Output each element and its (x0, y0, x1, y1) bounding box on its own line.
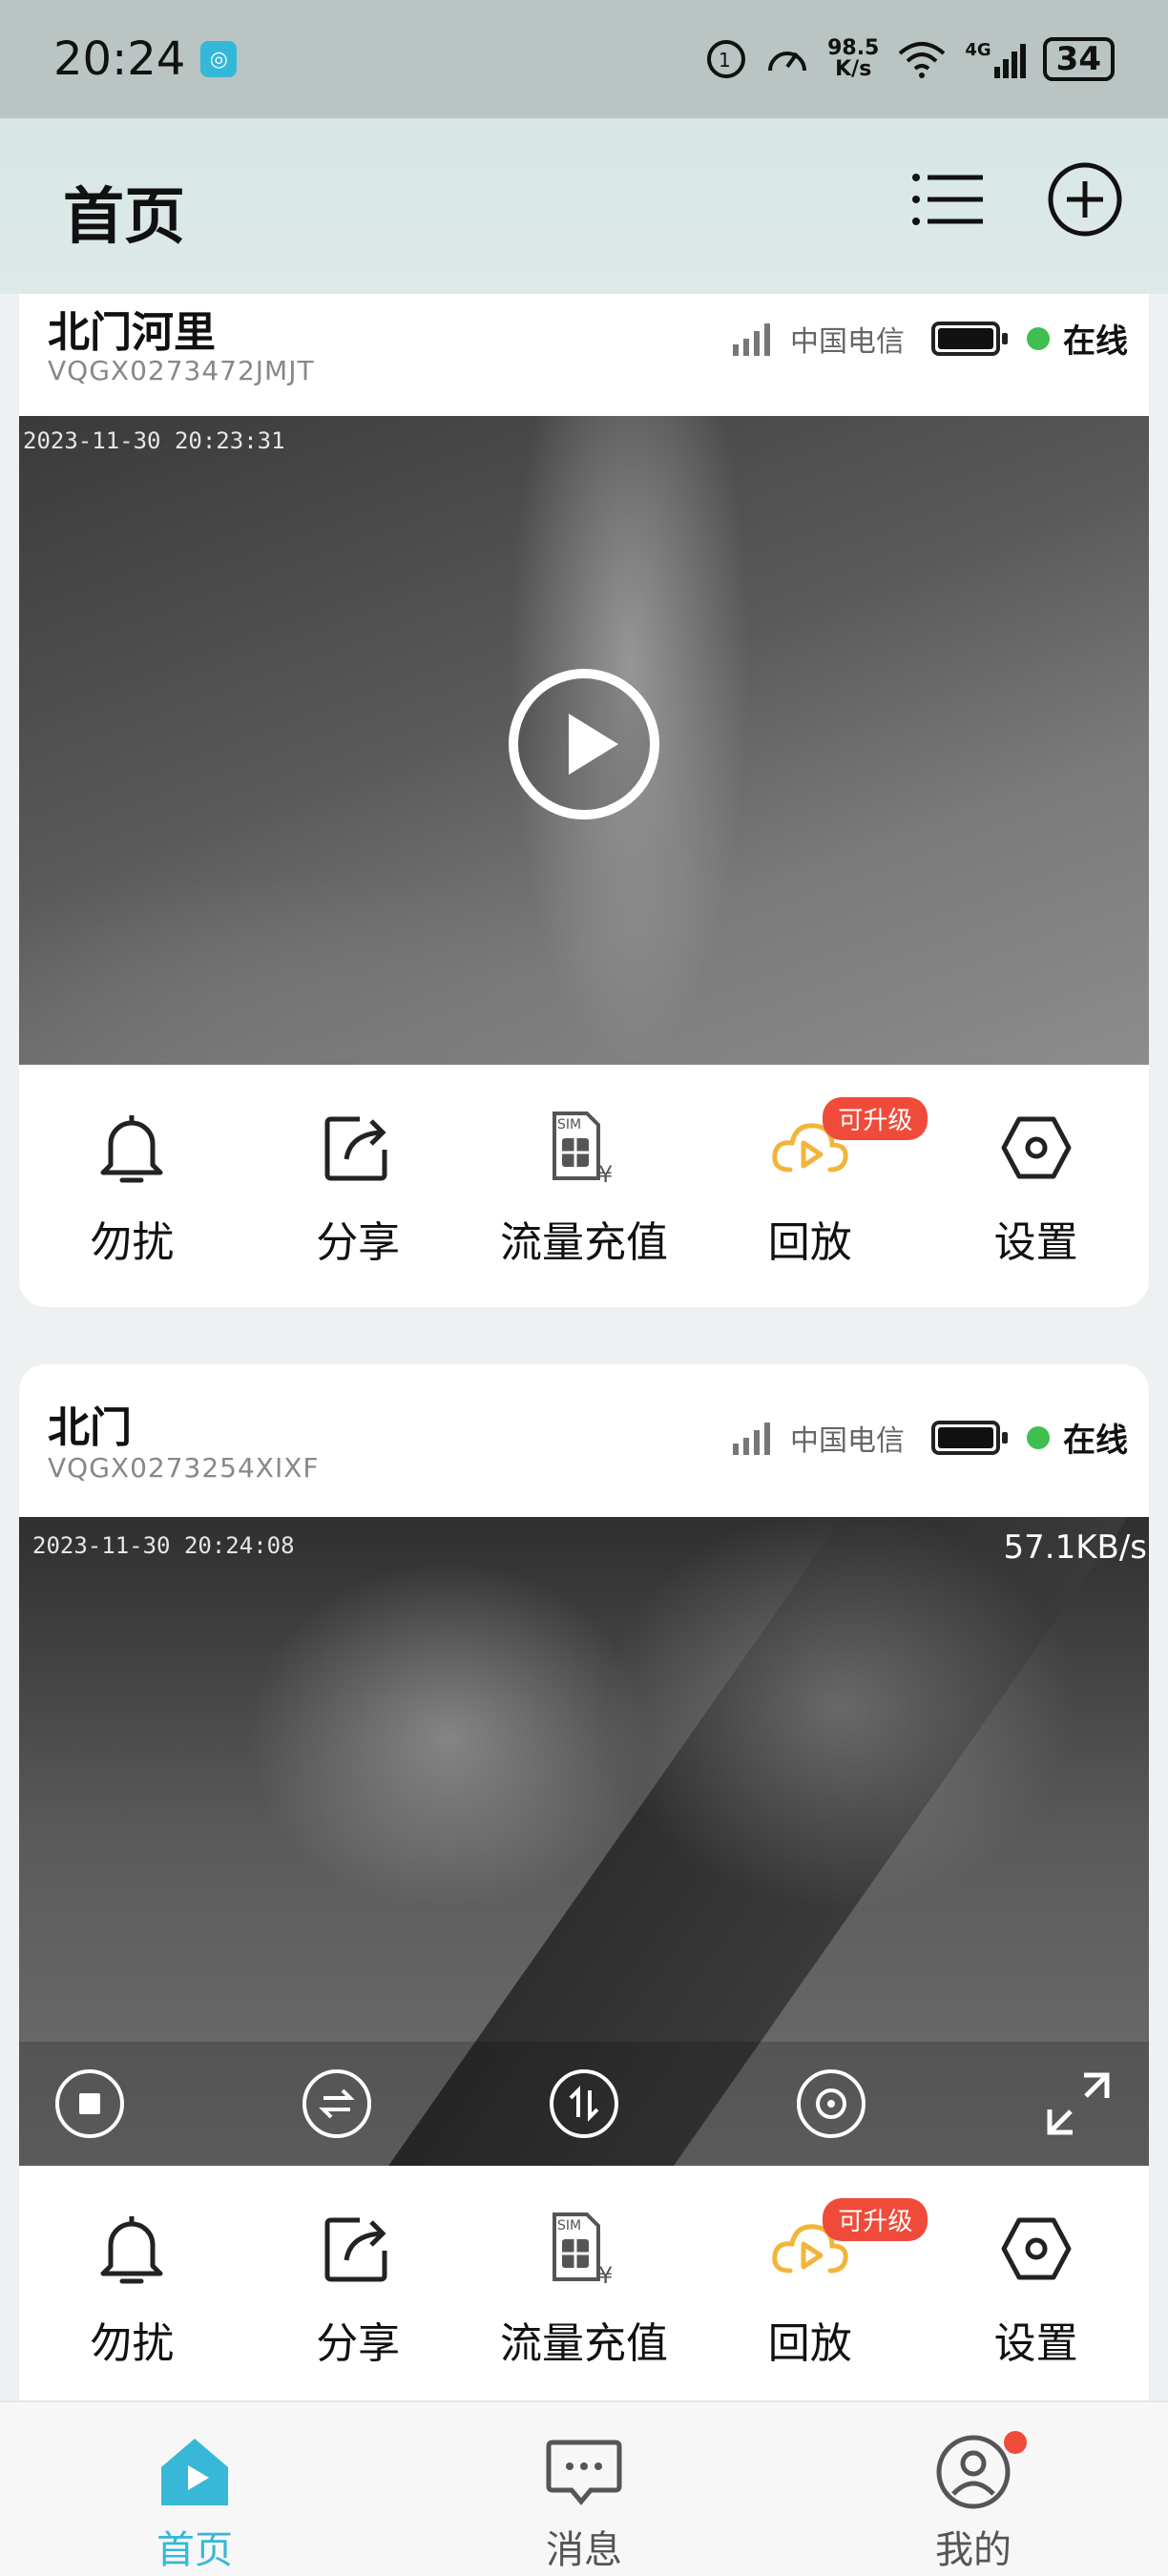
profile-icon (936, 2435, 1011, 2509)
dnd-label: 勿扰 (90, 2319, 175, 2368)
signal-icon (733, 1422, 770, 1455)
device-card-header: 北门河里 VQGX0273472JMJT 中国电信 在线 (19, 294, 1149, 416)
battery-icon (931, 321, 1008, 356)
notification-dot (1004, 2431, 1027, 2454)
status-icons: 1 98.5 K/s 4G 34 (705, 37, 1115, 81)
wifi-icon (899, 42, 946, 78)
video-live[interactable]: 2023-11-30 20:24:08 57.1KB/s (19, 1517, 1149, 2166)
status-time: 20:24 (53, 32, 186, 86)
online-status: 在线 (1063, 322, 1128, 361)
dnd-label: 勿扰 (90, 1218, 175, 1267)
sim-card-icon: SIM ¥ (552, 2212, 613, 2287)
device-status: 中国电信 在线 (731, 315, 1128, 362)
data-topup-label: 流量充值 (499, 1218, 668, 1267)
dnd-button[interactable]: 勿扰 (19, 2166, 245, 2400)
playback-label: 回放 (767, 2319, 852, 2368)
svg-text:1: 1 (719, 49, 731, 72)
device-actions: 勿扰 分享 SIM ¥ 流量充值 可升级 回放 设置 (19, 1065, 1149, 1305)
device-id: VQGX0273254XIXF (48, 1452, 320, 1484)
battery-icon (931, 1420, 1008, 1455)
sim-card-icon: SIM ¥ (552, 1111, 613, 1186)
share-icon (324, 2217, 387, 2282)
nav-home[interactable]: 首页 (0, 2402, 389, 2576)
share-label: 分享 (316, 2319, 401, 2368)
device-id: VQGX0273472JMJT (48, 355, 315, 386)
carrier-label: 中国电信 (790, 1423, 905, 1458)
device-card-header: 北门 VQGX0273254XIXF 中国电信 在线 (19, 1364, 1149, 1517)
bell-icon (100, 1115, 163, 1183)
device-card: 北门 VQGX0273254XIXF 中国电信 在线 2023-11-30 20… (19, 1364, 1149, 2400)
battery-icon: 34 (1042, 37, 1115, 81)
upgrade-badge: 可升级 (823, 1097, 928, 1140)
hd-icon: 1 (707, 40, 746, 78)
device-actions: 勿扰 分享 SIM ¥ 流量充值 可升级 回放 设置 (19, 2166, 1149, 2400)
upgrade-badge: 可升级 (823, 2198, 928, 2241)
video-controls (19, 2042, 1149, 2166)
device-name: 北门 (48, 1403, 132, 1452)
record-icon[interactable] (795, 2067, 867, 2140)
message-icon (546, 2440, 622, 2505)
device-status: 中国电信 在线 (731, 1414, 1128, 1461)
network-speed: 98.5 K/s (827, 36, 880, 81)
playback-button[interactable]: 可升级 回放 (697, 2166, 928, 2400)
play-icon[interactable] (506, 666, 662, 822)
settings-label: 设置 (993, 2319, 1078, 2368)
signal-icon (733, 322, 770, 356)
switch-stream-icon[interactable] (301, 2067, 373, 2140)
list-icon[interactable] (907, 158, 989, 240)
speed-gauge-icon (768, 52, 807, 72)
data-topup-button[interactable]: SIM ¥ 流量充值 (471, 2166, 698, 2400)
nav-messages[interactable]: 消息 (389, 2402, 779, 2576)
device-card: 北门河里 VQGX0273472JMJT 中国电信 在线 2023-11-30 … (19, 294, 1149, 1307)
settings-hexagon-icon (1001, 2217, 1072, 2280)
add-circle-icon[interactable] (1044, 158, 1126, 240)
online-status: 在线 (1063, 1422, 1128, 1460)
svg-text:SIM: SIM (557, 2218, 581, 2233)
nav-messages-label: 消息 (546, 2528, 622, 2572)
stream-speed: 57.1KB/s (1003, 1528, 1148, 1567)
nav-profile-label: 我的 (935, 2528, 1012, 2572)
stop-icon[interactable] (53, 2067, 126, 2140)
video-preview[interactable]: 2023-11-30 20:23:31 (19, 416, 1149, 1065)
page-title: 首页 (63, 182, 185, 253)
fullscreen-icon[interactable] (1042, 2067, 1115, 2140)
svg-text:¥: ¥ (598, 1161, 613, 1186)
flip-icon[interactable] (548, 2067, 620, 2140)
home-play-icon (161, 2439, 228, 2505)
online-dot (1027, 1425, 1050, 1449)
app-header: 首页 (0, 118, 1168, 294)
data-topup-label: 流量充值 (499, 2319, 668, 2368)
nav-home-label: 首页 (156, 2528, 233, 2572)
video-timestamp: 2023-11-30 20:24:08 (32, 1532, 295, 1559)
teal-app-icon: ◎ (200, 41, 238, 77)
share-icon (324, 1116, 387, 1181)
signal-icon: 4G (965, 40, 1026, 78)
settings-button[interactable]: 设置 (923, 1065, 1149, 1305)
settings-hexagon-icon (1001, 1116, 1072, 1179)
playback-label: 回放 (767, 1218, 852, 1267)
carrier-label: 中国电信 (790, 324, 905, 359)
online-dot (1027, 326, 1050, 350)
data-topup-button[interactable]: SIM ¥ 流量充值 (471, 1065, 698, 1305)
share-button[interactable]: 分享 (245, 2166, 471, 2400)
nav-profile[interactable]: 我的 (779, 2402, 1168, 2576)
svg-text:SIM: SIM (557, 1117, 581, 1132)
bottom-nav: 首页 消息 我的 (0, 2400, 1168, 2576)
device-name: 北门河里 (48, 308, 216, 357)
share-button[interactable]: 分享 (245, 1065, 471, 1305)
settings-label: 设置 (993, 1218, 1078, 1267)
video-timestamp: 2023-11-30 20:23:31 (23, 427, 285, 454)
playback-button[interactable]: 可升级 回放 (697, 1065, 928, 1305)
bell-icon (100, 2216, 163, 2284)
settings-button[interactable]: 设置 (923, 2166, 1149, 2400)
share-label: 分享 (316, 1218, 401, 1267)
dnd-button[interactable]: 勿扰 (19, 1065, 245, 1305)
status-bar: 20:24 ◎ 1 98.5 K/s 4G 34 (0, 0, 1168, 118)
svg-text:¥: ¥ (598, 2262, 613, 2287)
